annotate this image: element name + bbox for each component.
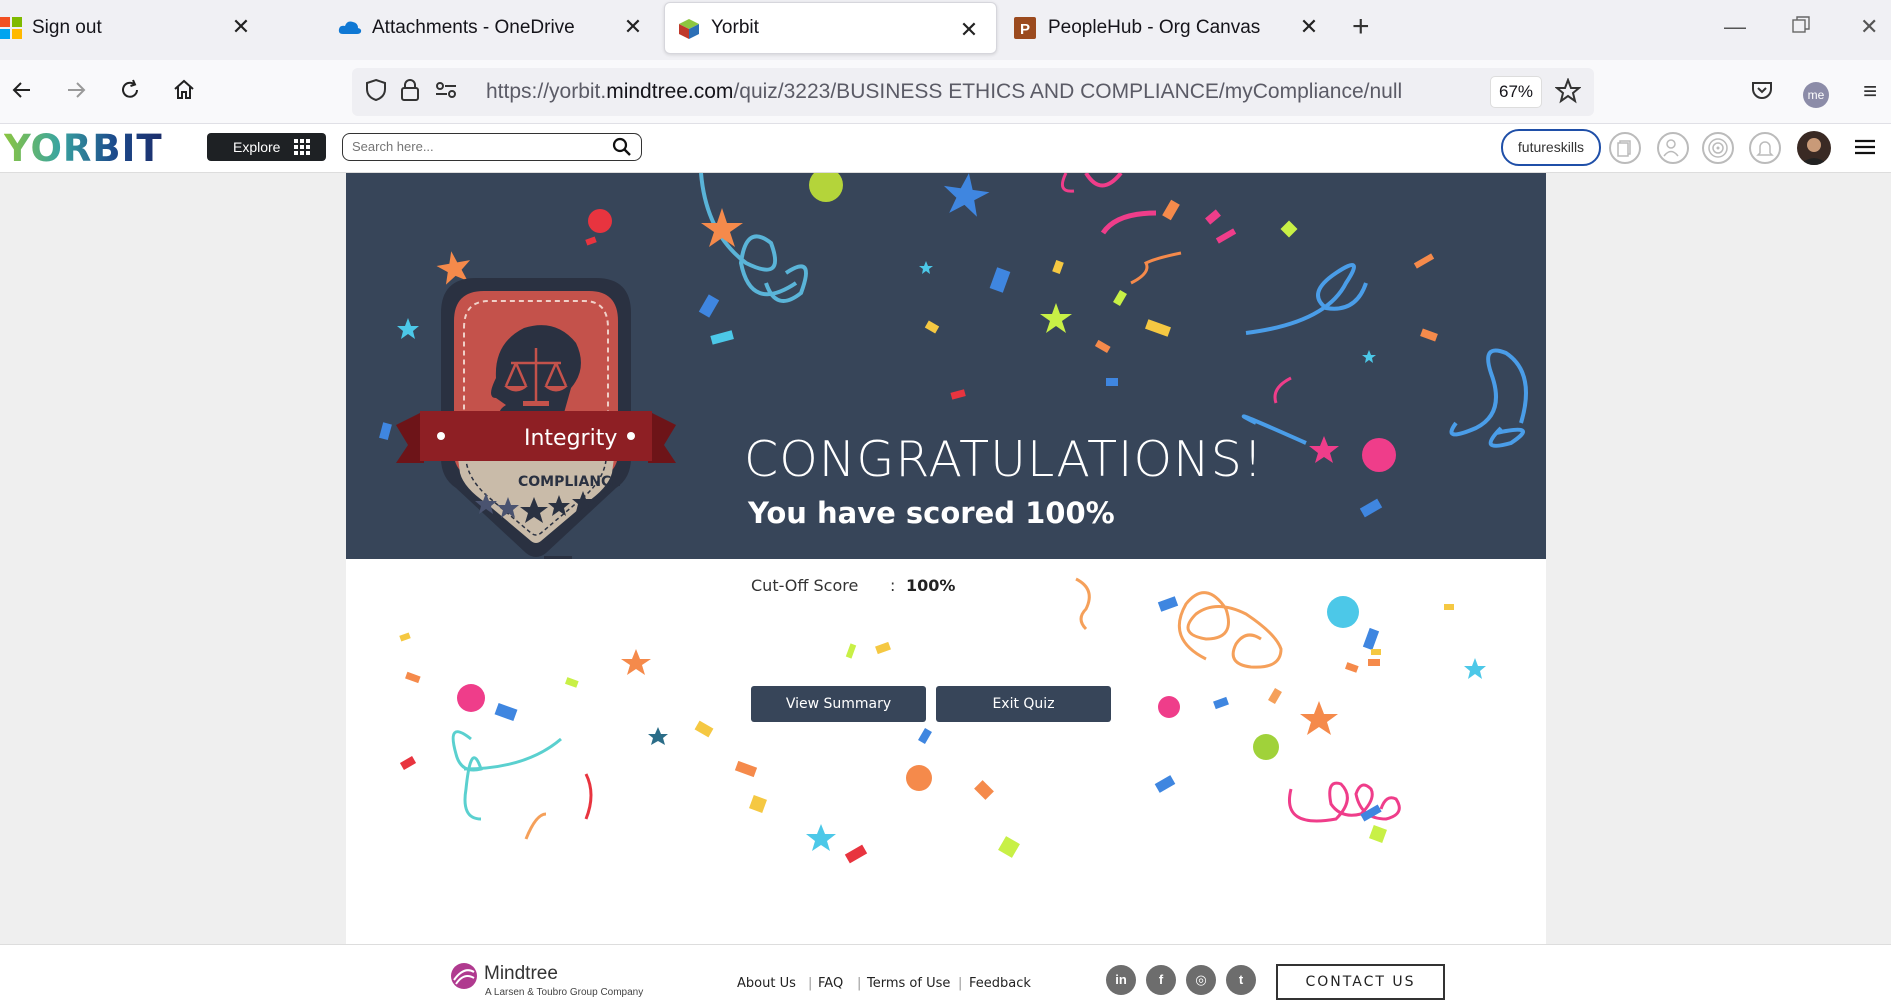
peoplehub-icon: P <box>1014 16 1036 39</box>
tab-title: Sign out <box>32 16 102 38</box>
congratulations-title: CONGRATULATIONS! <box>744 431 1264 488</box>
back-arrow-icon[interactable] <box>8 78 36 106</box>
url-bar[interactable]: https://yorbit.mindtree.com/quiz/3223/BU… <box>352 68 1594 116</box>
footer-divider: | <box>958 976 963 991</box>
congratulations-banner: Integrity COMPLIANCE CONGRATULATIONS! Yo… <box>346 173 1546 559</box>
badge-ribbon-label: Integrity <box>524 426 618 451</box>
logo-text: YORBIT <box>4 128 163 168</box>
exit-quiz-button[interactable]: Exit Quiz <box>936 686 1111 722</box>
search-input[interactable] <box>352 139 602 154</box>
tab-sign-out[interactable]: Sign out ✕ <box>0 0 272 55</box>
account-avatar[interactable]: me <box>1802 78 1830 108</box>
hamburger-menu-icon[interactable] <box>1855 138 1875 161</box>
lock-icon[interactable] <box>396 78 424 106</box>
shield-icon[interactable] <box>362 78 390 106</box>
mindtree-brand: Mindtree <box>484 963 558 984</box>
contact-us-button[interactable]: CONTACT US <box>1276 964 1445 1000</box>
explore-label: Explore <box>233 139 281 155</box>
microsoft-icon <box>0 16 22 39</box>
cutoff-score-value: 100% <box>906 576 956 595</box>
footer-link-about-us[interactable]: About Us <box>737 976 796 991</box>
pocket-icon[interactable] <box>1748 78 1776 106</box>
restore-icon[interactable] <box>1792 14 1810 40</box>
target-icon[interactable] <box>1702 132 1734 164</box>
browser-tab-strip: Sign out ✕ Attachments - OneDrive ✕ Yorb… <box>0 0 1891 60</box>
onedrive-icon <box>338 17 362 39</box>
yorbit-logo[interactable]: YORBIT <box>3 127 184 177</box>
copy-icon[interactable] <box>1609 132 1641 164</box>
url-domain: mindtree.com <box>606 80 734 103</box>
explore-button[interactable]: Explore <box>207 133 326 161</box>
quiz-result-panel: Integrity COMPLIANCE CONGRATULATIONS! Yo… <box>346 173 1546 944</box>
menu-icon[interactable]: ≡ <box>1856 78 1884 106</box>
url-text[interactable]: https://yorbit.mindtree.com/quiz/3223/BU… <box>486 80 1402 104</box>
mindtree-logo-icon <box>450 962 478 995</box>
browser-nav-bar: https://yorbit.mindtree.com/quiz/3223/BU… <box>0 60 1891 124</box>
close-icon[interactable]: ✕ <box>958 19 980 41</box>
user-avatar[interactable] <box>1797 131 1831 165</box>
footer-link-terms[interactable]: Terms of Use <box>867 976 950 991</box>
tab-peoplehub[interactable]: P PeopleHub - Org Canvas ✕ <box>1014 0 1320 55</box>
cutoff-score-colon: : <box>890 576 896 595</box>
footer-link-feedback[interactable]: Feedback <box>969 976 1031 991</box>
integrity-badge <box>396 278 676 559</box>
badge-sub-label: COMPLIANCE <box>518 474 621 490</box>
close-icon[interactable]: ✕ <box>1298 16 1320 38</box>
close-icon[interactable]: ✕ <box>622 16 644 38</box>
search-box[interactable] <box>342 133 642 161</box>
bell-icon[interactable] <box>1749 132 1781 164</box>
minimize-icon[interactable]: — <box>1724 14 1746 40</box>
tab-title: PeopleHub - Org Canvas <box>1048 16 1261 38</box>
site-header: YORBIT Explore futureskills <box>0 124 1891 173</box>
linkedin-icon[interactable]: in <box>1106 965 1136 995</box>
tab-yorbit[interactable]: Yorbit ✕ <box>664 2 997 54</box>
score-text: You have scored 100% <box>748 496 1115 530</box>
footer-divider: | <box>808 976 813 991</box>
new-tab-button[interactable]: + <box>1352 12 1370 42</box>
url-prefix: https://yorbit. <box>486 80 607 103</box>
svg-text:P: P <box>1020 21 1030 38</box>
window-close-icon[interactable]: ✕ <box>1860 14 1878 40</box>
bookmark-star-icon[interactable] <box>1554 77 1582 106</box>
futureskills-button[interactable]: futureskills <box>1501 129 1601 166</box>
footer-link-faq[interactable]: FAQ <box>818 976 843 991</box>
url-path: /quiz/3223/BUSINESS ETHICS AND COMPLIANC… <box>733 80 1403 103</box>
cutoff-score-label: Cut-Off Score <box>751 576 859 595</box>
footer-divider: | <box>857 976 862 991</box>
forward-arrow-icon[interactable] <box>62 78 90 106</box>
home-icon[interactable] <box>170 78 198 106</box>
account-initials: me <box>1803 82 1829 108</box>
confetti-decoration-lower <box>399 577 1486 864</box>
twitter-icon[interactable]: t <box>1226 965 1256 995</box>
mindtree-tagline: A Larsen & Toubro Group Company <box>485 987 644 998</box>
permissions-icon[interactable] <box>432 78 460 106</box>
profile-icon[interactable] <box>1657 132 1689 164</box>
view-summary-button[interactable]: View Summary <box>751 686 926 722</box>
grid-icon <box>294 139 310 158</box>
tab-title: Yorbit <box>711 17 759 38</box>
reload-icon[interactable] <box>116 78 144 106</box>
search-icon[interactable] <box>612 137 631 161</box>
futureskills-label: futureskills <box>1517 139 1585 155</box>
instagram-icon[interactable]: ◎ <box>1186 965 1216 995</box>
close-icon[interactable]: ✕ <box>230 16 252 38</box>
site-footer: Mindtree A Larsen & Toubro Group Company… <box>0 944 1891 1008</box>
facebook-icon[interactable]: f <box>1146 965 1176 995</box>
tab-title: Attachments - OneDrive <box>372 16 575 38</box>
tab-onedrive[interactable]: Attachments - OneDrive ✕ <box>338 0 644 55</box>
zoom-level[interactable]: 67% <box>1490 76 1542 108</box>
yorbit-icon <box>677 17 699 39</box>
